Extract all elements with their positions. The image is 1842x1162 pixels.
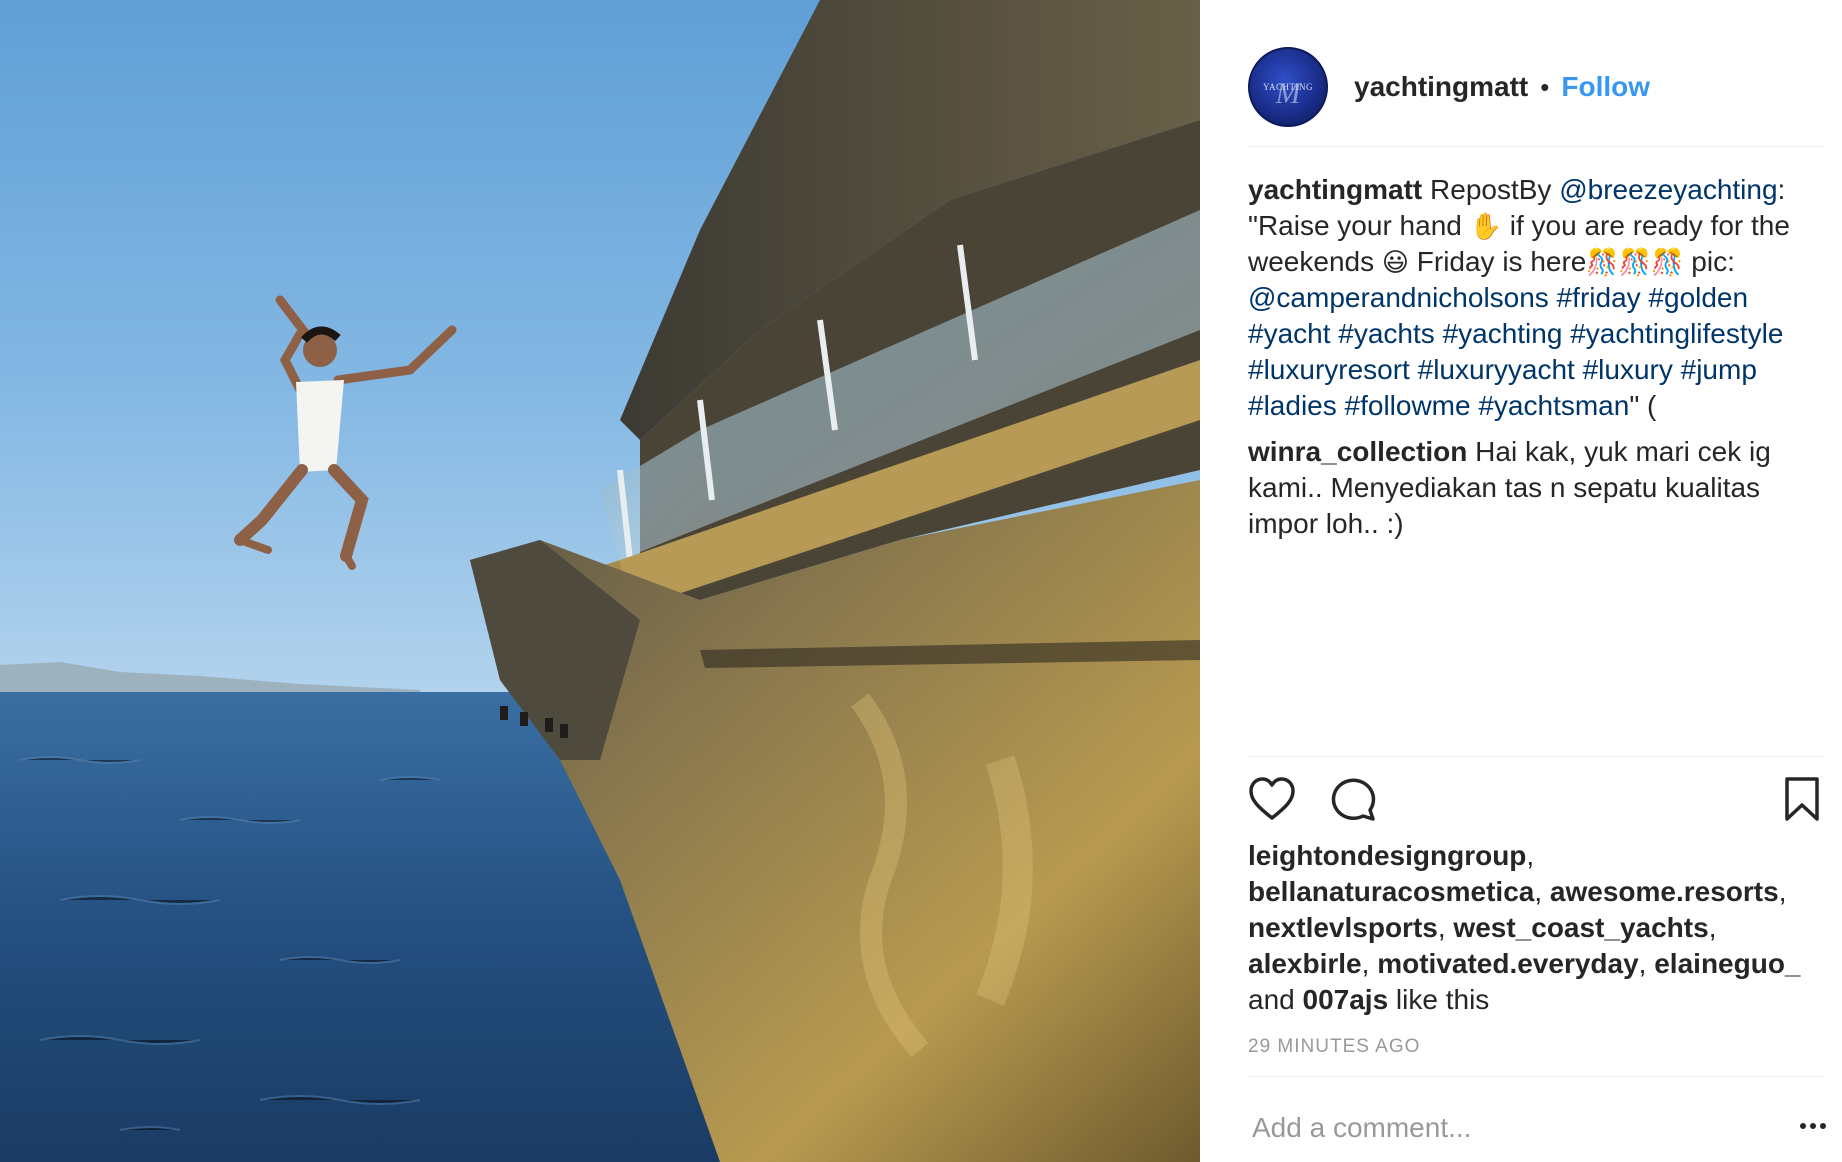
likes-and: and: [1248, 984, 1295, 1015]
liker-username[interactable]: nextlevlsports: [1248, 912, 1438, 943]
caption-text-4: Friday is here: [1408, 246, 1587, 277]
hashtag-link[interactable]: #luxuryresort: [1248, 354, 1410, 385]
actions-divider: [1248, 756, 1824, 757]
action-bar: [1248, 776, 1824, 828]
comment: winra_collection Hai kak, yuk mari cek i…: [1248, 434, 1828, 542]
comment-author[interactable]: winra_collection: [1248, 436, 1467, 467]
comment-divider: [1248, 1076, 1824, 1077]
liker-username[interactable]: alexbirle: [1248, 948, 1362, 979]
post-timestamp[interactable]: 29 MINUTES AGO: [1248, 1036, 1420, 1058]
more-options-icon[interactable]: [1798, 1116, 1828, 1136]
post-side-panel: M YACHTING yachtingmatt • Follow yachtin…: [1200, 0, 1842, 1162]
liker-username[interactable]: awesome.resorts: [1550, 876, 1779, 907]
yacht-jump-illustration: [0, 0, 1200, 1162]
hashtag-link[interactable]: #yachting: [1443, 318, 1563, 349]
hashtag-link[interactable]: #yachts: [1338, 318, 1435, 349]
liker-username[interactable]: bellanaturacosmetica: [1248, 876, 1534, 907]
hashtag-link[interactable]: #friday: [1557, 282, 1641, 313]
comments-list: yachtingmatt RepostBy @breezeyachting: "…: [1248, 172, 1828, 552]
likes-suffix: like this: [1395, 984, 1490, 1015]
hashtag-link[interactable]: #ladies: [1248, 390, 1337, 421]
smiley-emoji: 😃: [1381, 247, 1409, 277]
confetti-emoji: 🎊: [1618, 247, 1652, 277]
liker-username[interactable]: leightondesigngroup: [1248, 840, 1526, 871]
hashtag-link[interactable]: #yachtinglifestyle: [1570, 318, 1783, 349]
confetti-emoji: 🎊: [1586, 247, 1619, 277]
caption-text-6: " (: [1629, 390, 1657, 421]
liker-username[interactable]: west_coast_yachts: [1453, 912, 1708, 943]
mention-link[interactable]: @camperandnicholsons: [1248, 282, 1549, 313]
liker-username[interactable]: elaineguo_: [1654, 948, 1800, 979]
avatar-text: YACHTING: [1263, 82, 1313, 92]
caption: yachtingmatt RepostBy @breezeyachting: "…: [1248, 172, 1828, 424]
mention-link[interactable]: @breezeyachting: [1559, 174, 1777, 205]
hashtag-link[interactable]: #followme: [1345, 390, 1471, 421]
comment-icon[interactable]: [1330, 776, 1378, 822]
add-comment-input[interactable]: [1252, 1112, 1732, 1144]
jumping-woman: [234, 295, 457, 570]
caption-text-5: pic:: [1683, 246, 1735, 277]
hashtag-link[interactable]: #luxury: [1583, 354, 1673, 385]
post-photo[interactable]: [0, 0, 1200, 1162]
hashtag-link[interactable]: #luxuryyacht: [1418, 354, 1575, 385]
header-separator: •: [1540, 71, 1550, 102]
header-username[interactable]: yachtingmatt: [1354, 71, 1528, 103]
avatar[interactable]: M YACHTING: [1248, 47, 1328, 127]
hashtag-link[interactable]: #golden: [1648, 282, 1748, 313]
raised-hand-emoji: ✋: [1469, 211, 1502, 241]
liker-username[interactable]: 007ajs: [1303, 984, 1389, 1015]
liker-username[interactable]: motivated.everyday: [1377, 948, 1638, 979]
heart-icon[interactable]: [1248, 776, 1296, 822]
likes-section: leightondesigngroup, bellanaturacosmetic…: [1248, 840, 1801, 1015]
instagram-post: M YACHTING yachtingmatt • Follow yachtin…: [0, 0, 1842, 1162]
caption-author[interactable]: yachtingmatt: [1248, 174, 1422, 205]
follow-button[interactable]: Follow: [1561, 71, 1650, 103]
caption-text-1: RepostBy: [1422, 174, 1560, 205]
hashtag-link[interactable]: #yachtsman: [1478, 390, 1629, 421]
post-header: M YACHTING yachtingmatt • Follow: [1248, 28, 1824, 147]
hashtag-link[interactable]: #yacht: [1248, 318, 1331, 349]
bookmark-icon[interactable]: [1782, 776, 1822, 822]
confetti-emoji: 🎊: [1651, 247, 1684, 277]
hashtag-link[interactable]: #jump: [1681, 354, 1757, 385]
